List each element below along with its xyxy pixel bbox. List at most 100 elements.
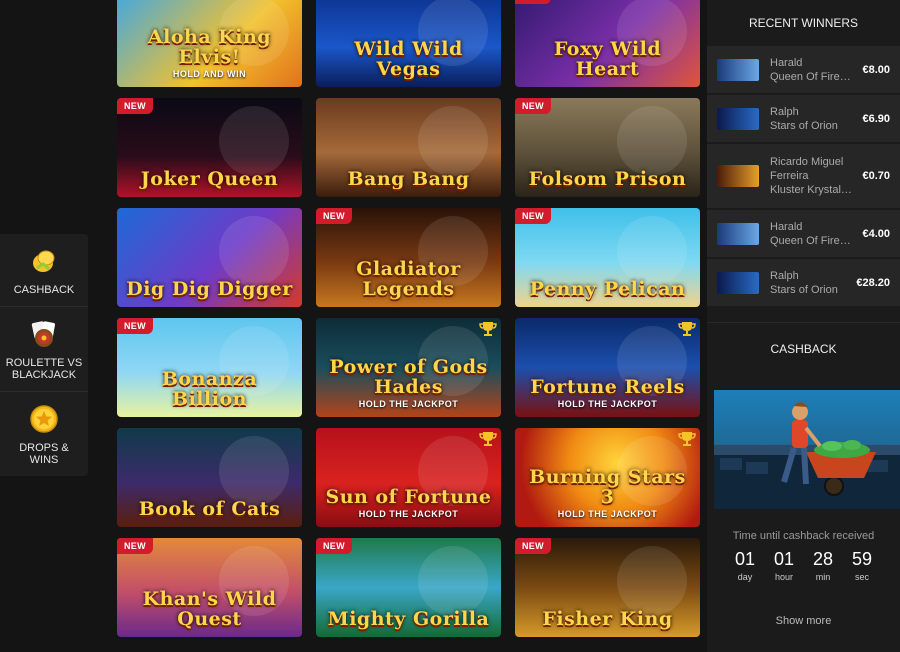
- game-title: Dig Dig Digger: [126, 278, 293, 300]
- winner-game-thumbnail: [717, 107, 759, 130]
- side-item-label: ROULETTE VS BLACKJACK: [5, 357, 83, 381]
- game-title: Gladiator Legends: [356, 258, 461, 300]
- countdown-value: 28: [812, 549, 834, 569]
- game-tile[interactable]: Bonanza Billion NEW: [117, 318, 302, 417]
- winner-row[interactable]: Ricardo Miguel Ferreira Kluster Krystal… €…: [707, 144, 900, 210]
- winner-info: Harald Queen Of Fire…: [770, 220, 858, 248]
- countdown-value: 01: [734, 549, 756, 569]
- game-tile[interactable]: Gladiator Legends NEW: [316, 208, 501, 307]
- new-badge: NEW: [515, 208, 551, 224]
- new-badge: NEW: [515, 538, 551, 554]
- winner-game-thumbnail: [717, 271, 759, 294]
- game-subtitle: HOLD AND WIN: [172, 69, 247, 79]
- game-tile[interactable]: Joker Queen NEW: [117, 98, 302, 197]
- new-badge: NEW: [117, 318, 153, 334]
- game-grid: Aloha King Elvis! HOLD AND WIN Wild Wild V…: [117, 0, 702, 637]
- winner-amount: €6.90: [862, 112, 890, 125]
- winner-game-thumbnail: [717, 222, 759, 245]
- countdown-unit: sec: [854, 572, 869, 582]
- game-subtitle: HOLD THE JACKPOT: [557, 509, 658, 519]
- winner-name: Harald: [770, 220, 803, 233]
- side-item-cashback[interactable]: CASHBACK: [0, 234, 88, 307]
- winner-amount: €4.00: [862, 227, 890, 240]
- new-badge: NEW: [117, 98, 153, 114]
- countdown-value: 01: [773, 549, 795, 569]
- cashback-widget: CASHBACK Time until cashback received 01…: [707, 322, 900, 652]
- casino-lobby: CASHBACK ROULETTE VS BLACKJACK DROPS & W…: [0, 0, 900, 652]
- game-tile[interactable]: Sun of Fortune HOLD THE JACKPOT: [316, 428, 501, 527]
- game-tile[interactable]: Fisher King NEW: [515, 538, 700, 637]
- game-tile[interactable]: Khan's Wild Quest NEW: [117, 538, 302, 637]
- game-tile[interactable]: Fortune Reels HOLD THE JACKPOT: [515, 318, 700, 417]
- tile-art: [417, 546, 488, 616]
- new-badge: NEW: [316, 208, 352, 224]
- cashback-timer-label: Time until cashback received: [732, 530, 875, 542]
- game-tile[interactable]: Burning Stars 3 HOLD THE JACKPOT: [515, 428, 700, 527]
- new-badge: NEW: [316, 538, 352, 554]
- tile-art: [218, 436, 289, 506]
- game-title: Fisher King: [542, 608, 673, 630]
- tile-art: [218, 106, 289, 176]
- winner-info: Ricardo Miguel Ferreira Kluster Krystal…: [770, 155, 858, 197]
- game-tile[interactable]: Penny Pelican NEW: [515, 208, 700, 307]
- cashback-illustration: [714, 390, 900, 509]
- roulette-cards-icon: [29, 319, 59, 349]
- recent-winners-list: Harald Queen Of Fire… €8.00 Ralph Stars of O…: [707, 46, 900, 308]
- game-title: Bang Bang: [347, 168, 470, 190]
- recent-winners-title: RECENT WINNERS: [707, 0, 900, 46]
- game-tile[interactable]: Mighty Gorilla NEW: [316, 538, 501, 637]
- side-item-roulette-vs-blackjack[interactable]: ROULETTE VS BLACKJACK: [0, 307, 88, 392]
- jackpot-trophy-icon: [479, 320, 497, 338]
- game-title: Sun of Fortune: [325, 486, 492, 508]
- game-subtitle: HOLD THE JACKPOT: [358, 399, 459, 409]
- winner-name: Ralph: [770, 269, 799, 282]
- winner-game: Stars of Orion: [770, 283, 838, 296]
- winner-info: Ralph Stars of Orion: [770, 269, 852, 297]
- side-item-label: DROPS & WINS: [19, 442, 69, 466]
- new-badge: NEW: [515, 0, 551, 4]
- winner-row[interactable]: Harald Queen Of Fire… €4.00: [707, 210, 900, 259]
- winner-row[interactable]: Harald Queen Of Fire… €8.00: [707, 46, 900, 95]
- countdown-unit: hour: [774, 572, 793, 582]
- game-title: Foxy Wild Heart: [553, 38, 662, 80]
- tile-art: [616, 106, 687, 176]
- game-tile[interactable]: Bang Bang: [316, 98, 501, 197]
- game-tile[interactable]: Aloha King Elvis! HOLD AND WIN: [117, 0, 302, 87]
- countdown-sec: 59 sec: [844, 548, 880, 582]
- winner-name: Harald: [770, 56, 803, 69]
- winner-game: Kluster Krystal…: [770, 184, 852, 196]
- game-tile[interactable]: Dig Dig Digger: [117, 208, 302, 307]
- side-item-label: CASHBACK: [13, 284, 75, 296]
- winner-info: Ralph Stars of Orion: [770, 105, 858, 133]
- countdown-unit: min: [815, 572, 831, 582]
- cashback-countdown: 01 day 01 hour 28 min 59 sec: [727, 548, 880, 582]
- game-tile[interactable]: Book of Cats: [117, 428, 302, 527]
- winner-name: Ralph: [770, 105, 799, 118]
- game-title: Mighty Gorilla: [327, 608, 490, 630]
- winner-amount: €0.70: [862, 170, 890, 182]
- game-title: Power of Gods Hades: [329, 356, 488, 398]
- show-more-link[interactable]: Show more: [707, 615, 900, 627]
- game-tile[interactable]: Wild Wild Vegas: [316, 0, 501, 87]
- game-tile[interactable]: Folsom Prison NEW: [515, 98, 700, 197]
- winner-game: Queen Of Fire…: [770, 70, 851, 83]
- winner-name: Ricardo Miguel Ferreira: [770, 156, 844, 182]
- side-item-drops-and-wins[interactable]: DROPS & WINS: [0, 392, 88, 476]
- winner-row[interactable]: Ralph Stars of Orion €28.20: [707, 259, 900, 308]
- tile-art: [616, 546, 687, 616]
- star-coin-icon: [29, 404, 59, 434]
- game-title: Fortune Reels: [530, 376, 685, 398]
- cashback-title: CASHBACK: [770, 342, 837, 356]
- game-title: Joker Queen: [140, 168, 279, 190]
- right-panel: RECENT WINNERS Harald Queen Of Fire… €8.00…: [707, 0, 900, 652]
- winner-row[interactable]: Ralph Stars of Orion €6.90: [707, 95, 900, 144]
- promo-side-menu: CASHBACK ROULETTE VS BLACKJACK DROPS & W…: [0, 234, 88, 476]
- game-tile[interactable]: Power of Gods Hades HOLD THE JACKPOT: [316, 318, 501, 417]
- new-badge: NEW: [117, 538, 153, 554]
- game-title: Bonanza Billion: [161, 368, 258, 410]
- tile-art: [417, 106, 488, 176]
- game-subtitle: HOLD THE JACKPOT: [557, 399, 658, 409]
- game-title: Burning Stars 3: [529, 466, 686, 508]
- game-title: Aloha King Elvis!: [147, 26, 272, 68]
- game-tile[interactable]: Foxy Wild Heart NEW: [515, 0, 700, 87]
